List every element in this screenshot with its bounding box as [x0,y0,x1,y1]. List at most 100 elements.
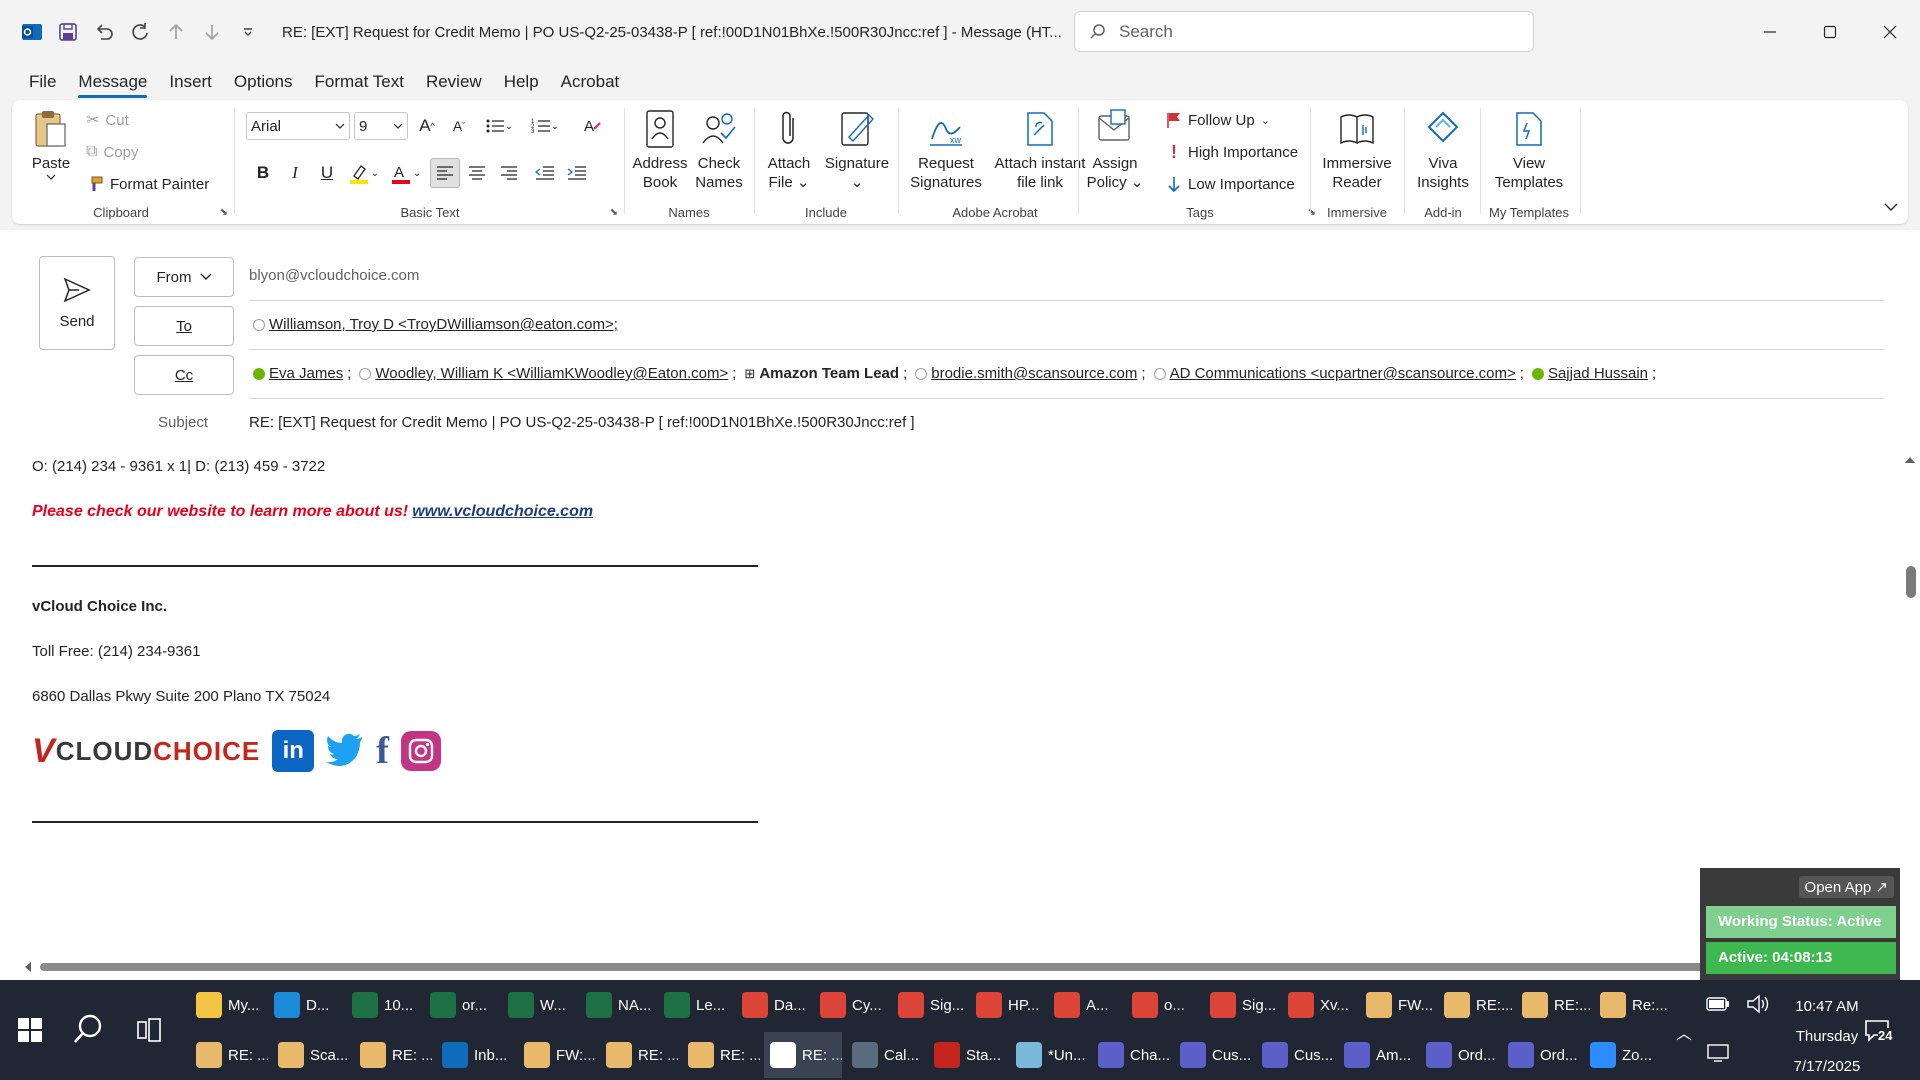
paste-button[interactable]: Paste [24,108,78,181]
bold-icon[interactable]: B [248,158,278,188]
search-box[interactable]: Search [1074,11,1534,52]
font-size-combo[interactable]: 9 [354,112,408,140]
view-templates-button[interactable]: View Templates [1484,108,1574,192]
taskbar-item[interactable]: HP... [970,982,1044,1028]
font-color-dropdown-icon[interactable]: ⌄ [410,158,424,188]
network-icon[interactable] [1706,1042,1730,1066]
scroll-thumb[interactable] [1906,566,1916,598]
attach-instant-link-button[interactable]: Attach instant file link [992,108,1088,192]
show-hidden-icons[interactable]: ︿ [1676,1020,1692,1044]
maximize-button[interactable] [1800,0,1860,64]
basic-text-launcher-icon[interactable]: ⬊ [610,207,618,218]
align-left-icon[interactable] [430,158,460,188]
to-button[interactable]: To [134,306,234,346]
next-item-icon[interactable] [196,16,228,48]
facebook-icon[interactable]: f [376,732,389,770]
taskbar-item[interactable]: *Un... [1010,1032,1088,1078]
taskbar-item[interactable]: Sig... [1204,982,1278,1028]
cc-recipient[interactable]: AD Communications <ucpartner@scansource.… [1170,365,1516,382]
cc-recipient[interactable]: Eva James [269,365,343,382]
taskbar-item[interactable]: Le... [658,982,732,1028]
decrease-indent-icon[interactable] [530,158,560,188]
taskbar-item[interactable]: A... [1048,982,1122,1028]
close-button[interactable] [1860,0,1920,64]
website-link[interactable]: www.vcloudchoice.com [412,503,593,520]
underline-icon[interactable]: U [312,158,342,188]
taskbar-item[interactable]: Da... [736,982,810,1028]
save-icon[interactable] [52,16,84,48]
send-button[interactable]: Send [39,256,115,350]
taskbar-item[interactable]: RE: ... [354,1032,432,1078]
taskbar-item[interactable]: Sta... [928,1032,1006,1078]
signature-button[interactable]: Signature ⌄ [822,108,892,192]
cc-recipient-group[interactable]: Amazon Team Lead [759,365,899,382]
minimize-button[interactable] [1740,0,1800,64]
font-name-combo[interactable]: Arial [246,112,350,140]
battery-icon[interactable] [1706,995,1730,1013]
taskbar-item[interactable]: Re:... [1594,982,1668,1028]
low-importance-button[interactable]: Low Importance [1166,170,1295,198]
cc-recipient[interactable]: brodie.smith@scansource.com [931,365,1137,382]
taskbar-item[interactable]: FW:... [518,1032,596,1078]
tab-review[interactable]: Review [415,64,493,100]
request-signatures-button[interactable]: xw Request Signatures [904,108,988,192]
italic-icon[interactable]: I [280,158,310,188]
bullets-dropdown-icon[interactable]: ⌄ [502,111,516,141]
taskbar-item[interactable]: FW... [1360,982,1434,1028]
align-center-icon[interactable] [462,158,492,188]
immersive-reader-button[interactable]: Immersive Reader [1316,108,1398,192]
taskbar-item[interactable]: Sca... [272,1032,350,1078]
taskbar-item[interactable]: My... [190,982,264,1028]
clear-formatting-icon[interactable]: A [578,111,608,141]
taskbar-item[interactable]: Inb... [436,1032,514,1078]
shrink-font-icon[interactable]: Aˇ [444,111,474,141]
highlight-dropdown-icon[interactable]: ⌄ [368,158,382,188]
message-body[interactable]: O: (214) 234 - 9361 x 1| D: (213) 459 - … [12,450,1888,944]
taskbar-item[interactable]: RE: ... [764,1032,842,1078]
attach-file-button[interactable]: Attach File ⌄ [760,108,818,192]
format-painter-button[interactable]: Format Painter [86,170,209,198]
working-status-badge[interactable]: Working Status: Active [1706,906,1896,938]
from-button[interactable]: From [134,257,234,297]
copy-button[interactable]: ⧉ Copy [86,138,138,166]
linkedin-icon[interactable]: in [272,730,315,772]
clipboard-launcher-icon[interactable]: ⬊ [220,207,228,218]
taskbar-item[interactable]: Ord... [1420,1032,1498,1078]
taskbar-item[interactable]: Cus... [1256,1032,1334,1078]
tab-options[interactable]: Options [223,64,304,100]
taskbar-item[interactable]: Sig... [892,982,966,1028]
taskbar-item[interactable]: RE: ... [600,1032,678,1078]
cc-recipient[interactable]: Woodley, William K <WilliamKWoodley@Eato… [375,365,728,382]
taskbar-item[interactable]: 10... [346,982,420,1028]
check-names-button[interactable]: Check Names [690,108,748,192]
redo-icon[interactable] [124,16,156,48]
tab-insert[interactable]: Insert [158,64,223,100]
subject-field[interactable]: RE: [EXT] Request for Credit Memo | PO U… [249,414,915,431]
increase-indent-icon[interactable] [562,158,592,188]
twitter-icon[interactable] [326,732,364,770]
cc-field[interactable]: Eva James; Woodley, William K <WilliamKW… [249,365,1656,382]
notifications-icon[interactable]: 24 [1864,1018,1893,1046]
taskbar-item[interactable]: Cha... [1092,1032,1170,1078]
taskbar-item[interactable]: W... [502,982,576,1028]
high-importance-button[interactable]: ! High Importance [1166,138,1298,166]
tab-help[interactable]: Help [493,64,550,100]
taskbar-item[interactable]: Cal... [846,1032,924,1078]
numbering-dropdown-icon[interactable]: ⌄ [548,111,562,141]
to-recipient[interactable]: Williamson, Troy D <TroyDWilliamson@eato… [269,316,618,333]
cc-recipient[interactable]: Sajjad Hussain [1548,365,1648,382]
open-app-button[interactable]: Open App ↗ [1798,876,1894,898]
tab-file[interactable]: File [18,64,67,100]
taskbar-item[interactable]: D... [268,982,342,1028]
tab-acrobat[interactable]: Acrobat [550,64,631,100]
taskbar-item[interactable]: or... [424,982,498,1028]
address-book-button[interactable]: Address Book [630,108,690,192]
taskbar-item[interactable]: Ord... [1502,1032,1580,1078]
instagram-icon[interactable] [400,731,441,771]
tab-message[interactable]: Message [67,64,158,100]
ribbon-collapse-icon[interactable] [1884,199,1898,216]
cut-button[interactable]: ✂ Cut [86,106,129,134]
tab-format-text[interactable]: Format Text [304,64,415,100]
to-field[interactable]: Williamson, Troy D <TroyDWilliamson@eato… [249,316,618,333]
windows-start-icon[interactable] [10,1010,50,1050]
